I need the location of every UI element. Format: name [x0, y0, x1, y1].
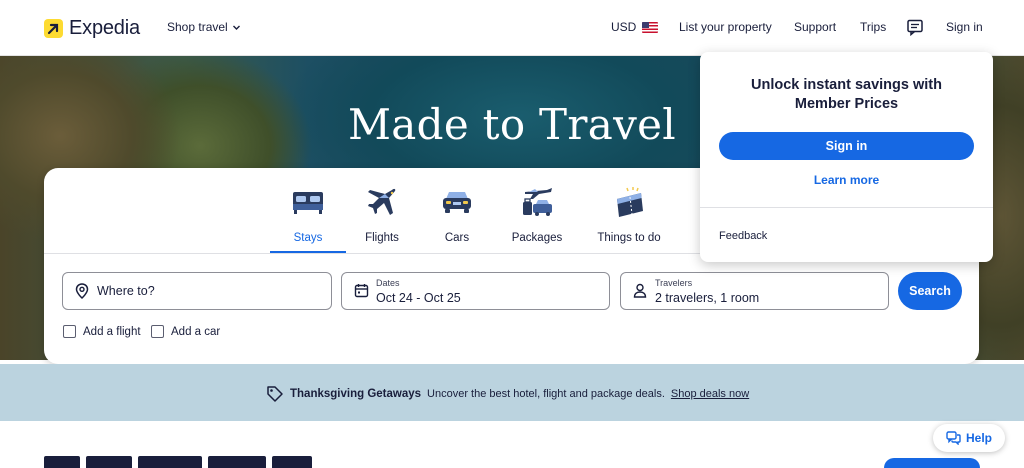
popover-title: Unlock instant savings with Member Price…	[700, 76, 993, 114]
search-button[interactable]: Search	[898, 272, 962, 310]
trips-link[interactable]: Trips	[860, 20, 886, 34]
packages-icon	[497, 184, 577, 220]
calendar-icon	[354, 284, 369, 298]
person-icon	[633, 283, 647, 298]
dates-label: Dates	[376, 278, 400, 288]
travelers-value: 2 travelers, 1 room	[655, 291, 760, 305]
tab-things-to-do[interactable]: Things to do	[589, 184, 669, 244]
tab-flights[interactable]: Flights	[342, 184, 422, 244]
brand-name: Expedia	[69, 17, 140, 39]
currency-label: USD	[611, 20, 637, 34]
promo-title: Thanksgiving Getaways	[290, 388, 422, 400]
tab-stays[interactable]: Stays	[268, 184, 348, 244]
active-tab-indicator	[270, 251, 346, 253]
messages-icon[interactable]	[906, 18, 924, 41]
help-label: Help	[965, 431, 992, 445]
help-button[interactable]: Help	[933, 424, 1005, 452]
learn-more-link[interactable]: Learn more	[700, 173, 993, 187]
top-navigation-bar: Expedia Shop travel USD List your proper…	[0, 0, 1024, 56]
sign-in-link[interactable]: Sign in	[946, 20, 983, 34]
section-button-partial[interactable]	[884, 458, 980, 468]
section-heading-partial	[44, 456, 314, 468]
tab-label: Stays	[293, 232, 323, 244]
expedia-logo-icon	[44, 19, 63, 38]
checkbox-box[interactable]	[63, 325, 76, 338]
tab-label: Things to do	[597, 232, 661, 244]
promo-banner: Thanksgiving Getaways Uncover the best h…	[0, 364, 1024, 421]
popover-title-line2: Member Prices	[794, 96, 899, 112]
car-icon	[417, 184, 497, 220]
airplane-icon	[342, 184, 422, 220]
shop-travel-label: Shop travel	[167, 20, 228, 34]
travelers-field[interactable]: Travelers 2 travelers, 1 room	[620, 272, 889, 310]
tab-label: Flights	[365, 232, 399, 244]
bed-icon	[268, 184, 348, 220]
chat-bubbles-icon	[946, 431, 961, 445]
tab-packages[interactable]: Packages	[497, 184, 577, 244]
chevron-down-icon	[232, 25, 240, 30]
us-flag-icon	[642, 21, 659, 33]
feedback-link[interactable]: Feedback	[719, 230, 767, 242]
tab-label: Packages	[511, 232, 563, 244]
member-prices-popover: Unlock instant savings with Member Price…	[700, 52, 993, 262]
support-link[interactable]: Support	[794, 20, 836, 34]
shop-deals-link[interactable]: Shop deals now	[671, 388, 749, 400]
list-your-property-link[interactable]: List your property	[679, 20, 772, 34]
destination-placeholder: Where to?	[97, 284, 155, 298]
tag-icon	[267, 386, 283, 402]
dates-field[interactable]: Dates Oct 24 - Oct 25	[341, 272, 610, 310]
currency-selector[interactable]: USD	[611, 20, 659, 34]
tab-cars[interactable]: Cars	[417, 184, 497, 244]
popover-title-line1: Unlock instant savings with	[751, 77, 942, 93]
location-pin-icon	[75, 283, 89, 299]
tab-label: Cars	[444, 232, 470, 244]
promo-banner-content: Thanksgiving Getaways Uncover the best h…	[266, 385, 749, 403]
popover-sign-in-button[interactable]: Sign in	[719, 132, 974, 160]
destination-field[interactable]: Where to?	[62, 272, 332, 310]
checkbox-box[interactable]	[151, 325, 164, 338]
ticket-icon	[589, 184, 669, 220]
shop-travel-menu[interactable]: Shop travel	[167, 20, 241, 34]
add-car-checkbox[interactable]: Add a car	[151, 325, 220, 338]
travelers-label: Travelers	[655, 278, 693, 288]
add-flight-label: Add a flight	[83, 325, 141, 338]
add-car-label: Add a car	[171, 325, 221, 338]
add-flight-checkbox[interactable]: Add a flight	[63, 325, 141, 338]
dates-value: Oct 24 - Oct 25	[376, 291, 461, 305]
popover-divider	[700, 207, 993, 208]
expedia-logo[interactable]: Expedia	[44, 17, 140, 40]
promo-text: Uncover the best hotel, flight and packa…	[427, 388, 665, 400]
